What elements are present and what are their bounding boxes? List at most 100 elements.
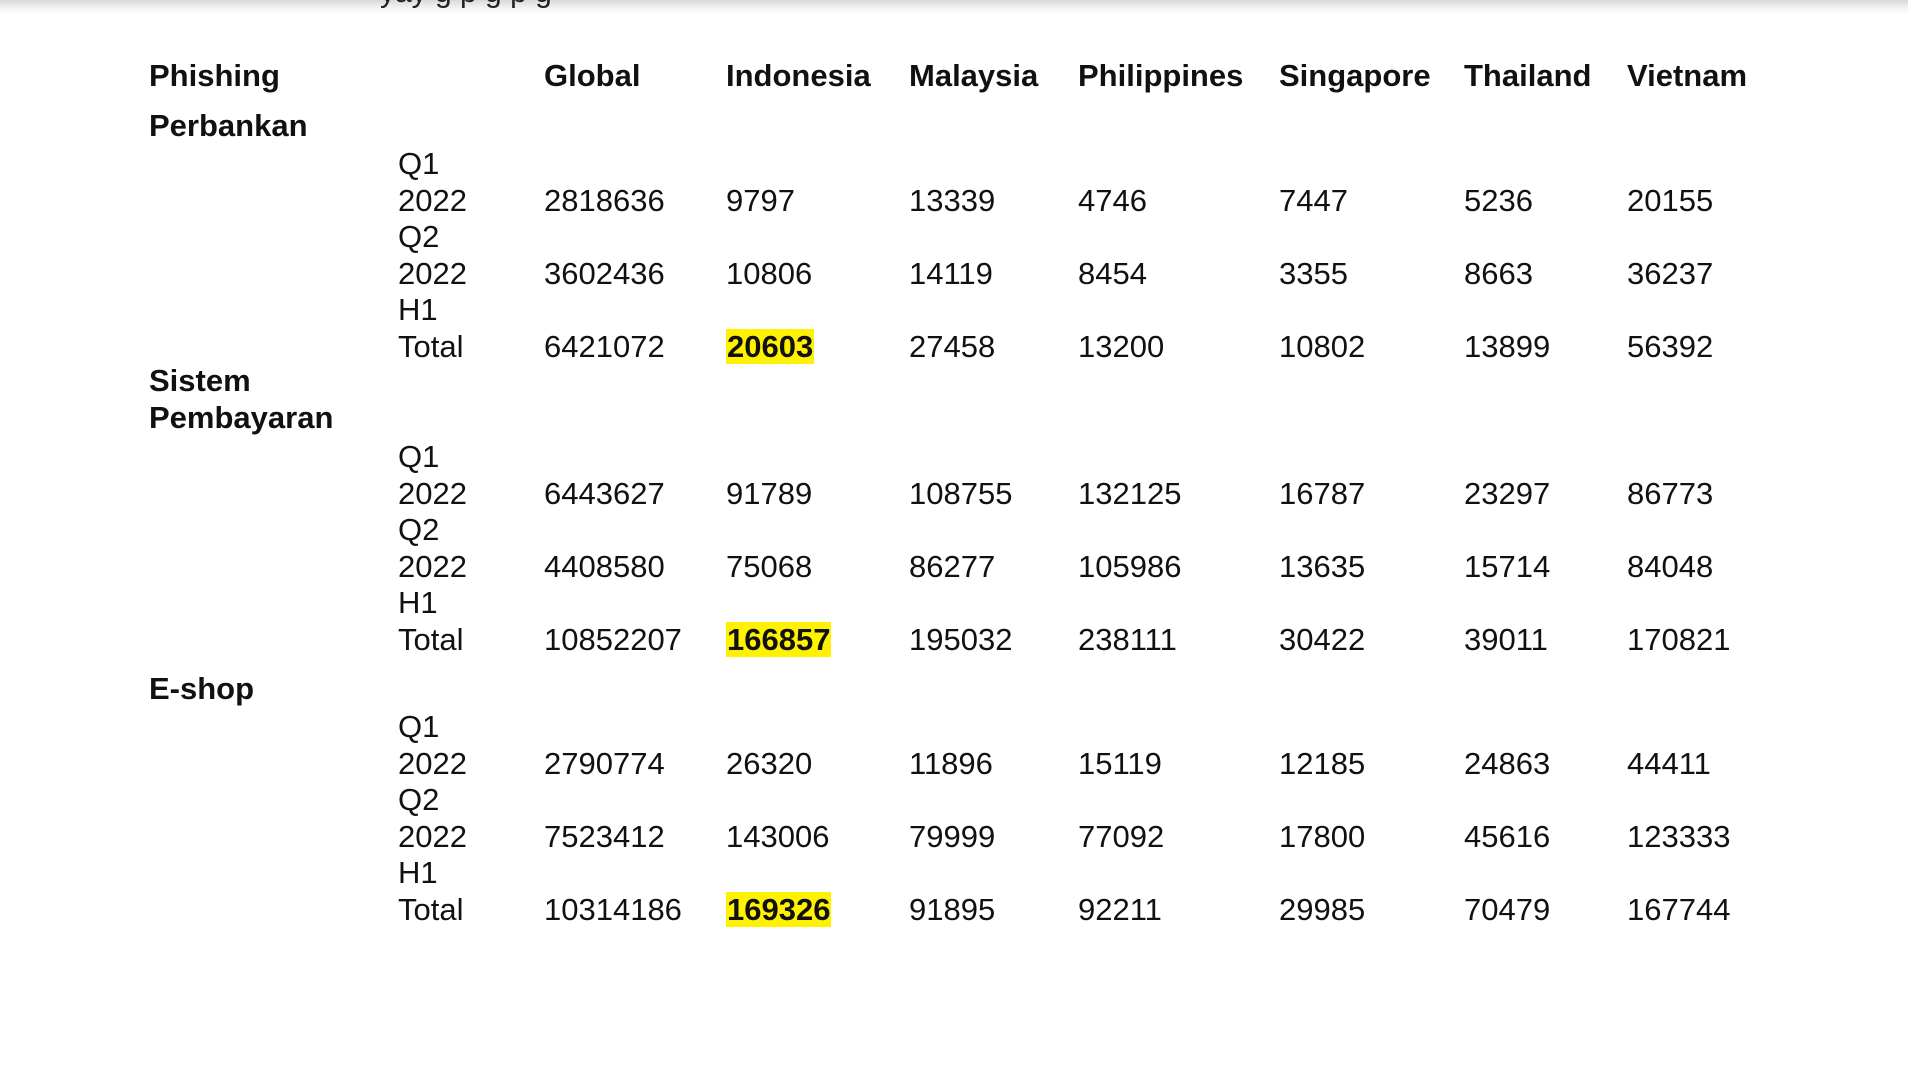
- value-text: 8663: [1464, 255, 1533, 291]
- value-text: 14119: [909, 255, 993, 291]
- phishing-table: Phishing Global Indonesia Malaysia Philippin…: [0, 0, 1908, 1080]
- highlighted-value: 20603: [726, 328, 815, 364]
- value-text: 26320: [726, 745, 813, 781]
- value-cell: 13200: [1078, 329, 1164, 365]
- value-text: 13339: [909, 182, 996, 218]
- period-label: Q1: [398, 146, 440, 181]
- value-text: 3602436: [544, 255, 665, 291]
- value-text: 91895: [909, 891, 996, 927]
- value-text: 10852207: [544, 621, 682, 657]
- value-text: 84048: [1627, 548, 1714, 584]
- value-cell: 105986: [1078, 549, 1181, 585]
- value-cell: 4746: [1078, 183, 1147, 219]
- period-label: Q1: [398, 709, 440, 744]
- value-text: 5236: [1464, 182, 1533, 218]
- period-label: Total: [398, 621, 464, 657]
- value-cell: 17800: [1279, 819, 1365, 855]
- value-text: 195032: [909, 621, 1013, 657]
- period-label: Q2: [398, 782, 440, 817]
- value-text: 8454: [1078, 255, 1147, 291]
- value-text: 15119: [1078, 745, 1162, 781]
- period-label: 2022: [398, 255, 467, 291]
- value-cell: 5236: [1464, 183, 1533, 219]
- value-cell: 170821: [1627, 622, 1730, 658]
- value-cell: 11896: [909, 746, 993, 782]
- value-cell: 7447: [1279, 183, 1348, 219]
- value-cell: 14119: [909, 256, 993, 292]
- value-cell: 91895: [909, 892, 995, 928]
- value-cell: 24863: [1464, 746, 1550, 782]
- value-cell: 8454: [1078, 256, 1147, 292]
- value-cell: 9797: [726, 183, 795, 219]
- value-text: 39011: [1464, 621, 1548, 657]
- highlighted-value: 169326: [726, 891, 832, 927]
- period-label: 2022: [398, 818, 467, 854]
- value-text: 143006: [726, 818, 830, 854]
- period-label: H1: [398, 585, 438, 620]
- column-header-indonesia: Indonesia: [726, 58, 871, 93]
- value-text: 10802: [1279, 328, 1366, 364]
- column-header-phishing: Phishing: [149, 58, 280, 93]
- value-cell: 4408580: [544, 549, 665, 585]
- period-label: 2022: [398, 548, 467, 584]
- value-text: 108755: [909, 475, 1013, 511]
- value-cell: 13635: [1279, 549, 1365, 585]
- value-cell: 3602436: [544, 256, 665, 292]
- value-cell: 45616: [1464, 819, 1550, 855]
- period-label: H1: [398, 292, 438, 327]
- value-cell: 86773: [1627, 476, 1713, 512]
- value-text: 86277: [909, 548, 996, 584]
- value-text: 91789: [726, 475, 813, 511]
- value-text: 27458: [909, 328, 996, 364]
- value-cell: 132125: [1078, 476, 1181, 512]
- value-cell: 6421072: [544, 329, 665, 365]
- value-text: 7447: [1279, 182, 1348, 218]
- value-cell: 238111: [1078, 622, 1177, 658]
- value-text: 45616: [1464, 818, 1551, 854]
- period-label: Total: [398, 328, 464, 364]
- value-text: 15714: [1464, 548, 1551, 584]
- value-text: 70479: [1464, 891, 1551, 927]
- value-cell: 8663: [1464, 256, 1533, 292]
- value-cell: 27458: [909, 329, 995, 365]
- value-cell: 16787: [1279, 476, 1365, 512]
- value-cell: 29985: [1279, 892, 1365, 928]
- column-header-singapore: Singapore: [1279, 58, 1431, 93]
- value-cell: 39011: [1464, 622, 1548, 658]
- value-text: 170821: [1627, 621, 1731, 657]
- value-text: 2790774: [544, 745, 665, 781]
- period-label: H1: [398, 855, 438, 890]
- value-text: 4408580: [544, 548, 665, 584]
- value-text: 4746: [1078, 182, 1147, 218]
- value-cell: 169326: [726, 891, 832, 928]
- value-cell: 91789: [726, 476, 812, 512]
- value-cell: 26320: [726, 746, 812, 782]
- value-cell: 77092: [1078, 819, 1164, 855]
- value-cell: 3355: [1279, 256, 1348, 292]
- category-label: Perbankan: [149, 108, 308, 143]
- value-cell: 20155: [1627, 183, 1713, 219]
- value-text: 10314186: [544, 891, 682, 927]
- value-text: 20155: [1627, 182, 1714, 218]
- period-label: Q1: [398, 439, 440, 474]
- value-cell: 13899: [1464, 329, 1550, 365]
- period-label: Total: [398, 891, 464, 927]
- period-label: 2022: [398, 182, 467, 218]
- value-cell: 75068: [726, 549, 812, 585]
- category-label: Sistem: [149, 363, 251, 398]
- value-cell: 123333: [1627, 819, 1730, 855]
- value-text: 238111: [1078, 621, 1177, 657]
- value-cell: 10802: [1279, 329, 1365, 365]
- value-text: 13899: [1464, 328, 1551, 364]
- value-text: 36237: [1627, 255, 1714, 291]
- value-cell: 56392: [1627, 329, 1713, 365]
- value-cell: 23297: [1464, 476, 1550, 512]
- value-cell: 195032: [909, 622, 1012, 658]
- value-cell: 7523412: [544, 819, 665, 855]
- value-cell: 79999: [909, 819, 995, 855]
- value-text: 7523412: [544, 818, 665, 854]
- value-cell: 44411: [1627, 746, 1711, 782]
- value-cell: 12185: [1279, 746, 1365, 782]
- value-text: 16787: [1279, 475, 1366, 511]
- value-cell: 166857: [726, 621, 832, 658]
